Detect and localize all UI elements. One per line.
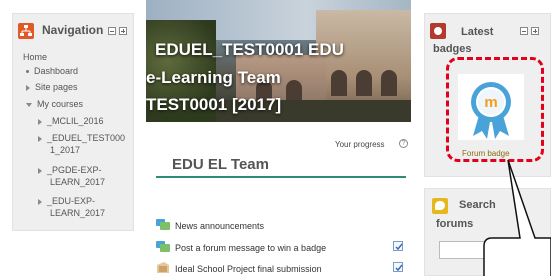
nav-item-dashboard[interactable]: Dashboard [26, 66, 78, 76]
badge-block-icon [430, 23, 446, 39]
collapse-arrow-icon [26, 102, 32, 107]
search-forums-title-line1: Search [459, 199, 496, 211]
banner-title-line2: e-Learning Team [146, 68, 281, 87]
collapse-block-icon[interactable] [119, 27, 127, 35]
course-section-title: EDU EL Team [156, 148, 406, 178]
expand-arrow-icon [38, 135, 42, 142]
nav-item-course-pgde[interactable]: _PGDE-EXP- [38, 165, 102, 175]
highlight-box [446, 57, 544, 162]
search-forums-block: Search forums [424, 188, 551, 276]
latest-badges-title-line1: Latest [461, 26, 494, 38]
collapse-block-icon[interactable] [531, 27, 539, 35]
nav-item-course-edu-exp-cont[interactable]: LEARN_2017 [50, 208, 105, 218]
search-forums-title-line2: forums [436, 218, 474, 230]
nav-item-site-pages[interactable]: Site pages [26, 82, 78, 92]
forum-icon [156, 219, 170, 230]
nav-item-course-mclil[interactable]: _MCLIL_2016 [38, 116, 104, 126]
navigation-block: Navigation Home Dashboard Site pages My … [12, 13, 134, 231]
expand-arrow-icon [38, 118, 42, 125]
nav-item-my-courses[interactable]: My courses [26, 99, 83, 109]
nav-item-home[interactable]: Home [23, 52, 47, 62]
completion-checkbox[interactable] [393, 241, 403, 251]
expand-arrow-icon [38, 167, 42, 174]
speech-bubble-icon [432, 198, 448, 214]
completion-checkbox[interactable] [393, 262, 403, 272]
nav-item-course-eduel-cont[interactable]: 1_2017 [50, 145, 80, 155]
forum-icon [156, 241, 170, 252]
assignment-icon [157, 262, 169, 273]
dock-block-icon[interactable] [520, 27, 528, 35]
latest-badges-title-line2: badges [433, 43, 472, 55]
search-forums-input[interactable] [439, 241, 551, 259]
banner-title-line1: EDUEL_TEST0001 EDU [155, 40, 344, 59]
sitemap-icon [18, 23, 34, 39]
dock-block-icon[interactable] [108, 27, 116, 35]
navigation-title: Navigation [42, 23, 104, 37]
expand-arrow-icon [38, 198, 42, 205]
nav-item-course-edu-exp[interactable]: _EDU-EXP- [38, 196, 95, 206]
nav-item-course-eduel[interactable]: _EDUEL_TEST000 [38, 133, 125, 143]
help-icon[interactable]: ? [399, 139, 408, 148]
nav-item-course-pgde-cont[interactable]: LEARN_2017 [50, 177, 105, 187]
course-banner-image: EDUEL_TEST0001 EDU e-Learning Team TEST0… [146, 0, 411, 122]
banner-title-line3: TEST0001 [2017] [146, 95, 282, 114]
bullet-icon [26, 70, 29, 74]
expand-arrow-icon [26, 84, 30, 91]
